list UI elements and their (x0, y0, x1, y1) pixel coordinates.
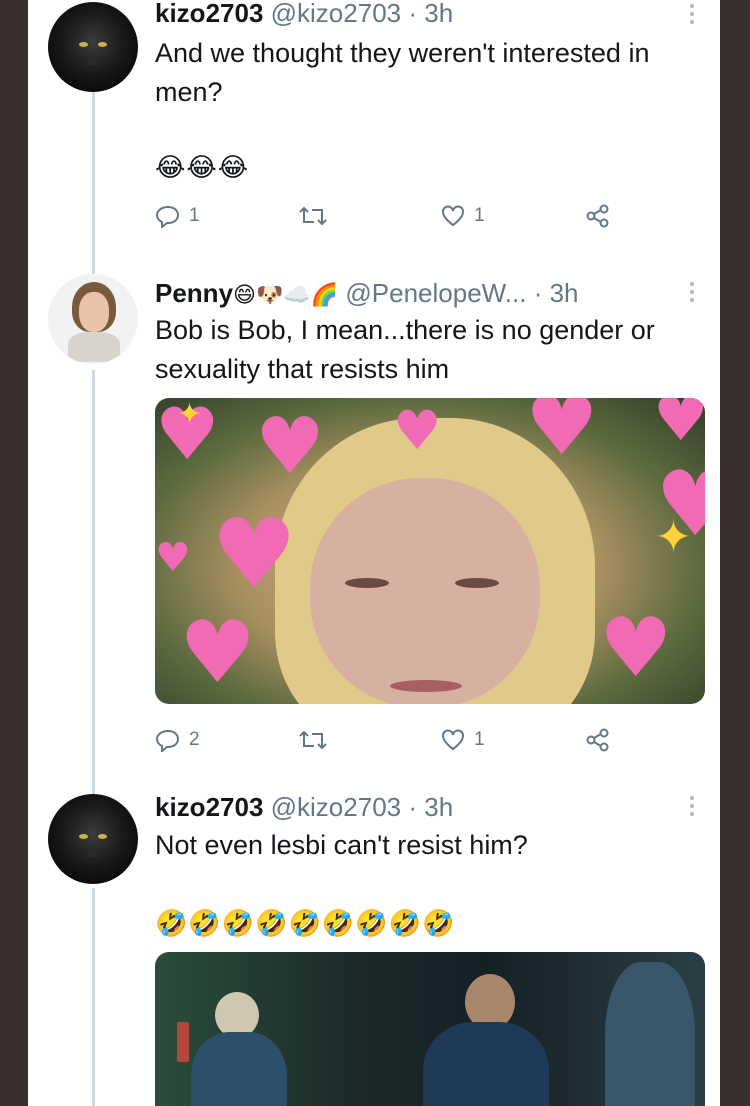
tweet-text: Bob is Bob, I mean...there is no gender … (155, 315, 655, 384)
tweet-actions: 1 1 (155, 204, 625, 234)
share-icon (586, 728, 609, 752)
user-handle[interactable]: @PenelopeW... (345, 278, 526, 308)
heart-sticker: ♥ (653, 398, 705, 455)
tweet-image[interactable] (155, 952, 705, 1106)
tweet[interactable]: Penny😄🐶☁️🌈 @PenelopeW... · 3h Bob is Bob… (28, 270, 720, 770)
tweet-header: kizo2703 @kizo2703 · 3h (155, 792, 453, 822)
timestamp[interactable]: · 3h (534, 278, 579, 308)
share-icon (586, 204, 609, 228)
like-button[interactable]: 1 (440, 728, 485, 752)
share-button[interactable] (585, 728, 611, 752)
device-frame-left (0, 0, 28, 1106)
avatar[interactable] (48, 794, 138, 884)
tweet-image[interactable]: ♥ ♥ ♥ ♥ ♥ ♥ ♥ ♥ ♥ ♥ ✦ ✦ (155, 398, 705, 704)
more-vertical-icon[interactable] (690, 796, 696, 820)
display-name[interactable]: kizo2703 (155, 0, 263, 28)
heart-sticker: ♥ (393, 399, 442, 462)
tweet-text: Not even lesbi can't resist him? (155, 830, 528, 860)
share-button[interactable] (585, 204, 611, 228)
tweet-header: kizo2703 @kizo2703 · 3h (155, 0, 453, 28)
reply-count: 2 (189, 729, 200, 750)
retweet-icon (299, 206, 327, 226)
tweet[interactable]: kizo2703 @kizo2703 · 3h Not even lesbi c… (28, 790, 720, 1106)
like-count: 1 (474, 729, 485, 750)
reply-icon (155, 205, 180, 228)
heart-icon (442, 729, 464, 751)
heart-icon (442, 205, 464, 227)
timeline: kizo2703 @kizo2703 · 3h And we thought t… (28, 0, 720, 1106)
device-frame-right (720, 0, 750, 1106)
retweet-button[interactable] (298, 204, 328, 228)
heart-sticker: ♥ (155, 535, 191, 581)
more-vertical-icon[interactable] (690, 282, 696, 306)
sparkle-sticker: ✦ (177, 398, 203, 432)
user-handle[interactable]: @kizo2703 (271, 792, 401, 822)
sparkle-sticker: ✦ (655, 512, 692, 563)
heart-sticker: ♥ (525, 398, 599, 474)
like-button[interactable]: 1 (440, 204, 485, 228)
heart-sticker: ♥ (179, 603, 257, 703)
timestamp[interactable]: · 3h (408, 0, 453, 28)
like-count: 1 (474, 205, 485, 226)
name-emoji: 😄🐶☁️🌈 (233, 282, 339, 307)
retweet-icon (299, 730, 327, 750)
tweet-emoji: 😂😂😂 (155, 152, 250, 182)
heart-sticker: ♥ (255, 402, 325, 492)
timestamp[interactable]: · 3h (408, 792, 453, 822)
tweet-emoji: 🤣🤣🤣🤣🤣🤣🤣🤣🤣 (155, 908, 456, 938)
user-handle[interactable]: @kizo2703 (271, 0, 401, 28)
tweet-header: Penny😄🐶☁️🌈 @PenelopeW... · 3h (155, 278, 579, 310)
retweet-button[interactable] (298, 728, 328, 752)
reply-button[interactable]: 2 (155, 728, 200, 752)
heart-sticker: ♥ (211, 498, 298, 610)
reply-icon (155, 729, 180, 752)
display-name[interactable]: Penny (155, 278, 233, 308)
tweet-actions: 2 1 (155, 728, 625, 758)
tweet[interactable]: kizo2703 @kizo2703 · 3h And we thought t… (28, 0, 720, 260)
reply-button[interactable]: 1 (155, 204, 200, 228)
more-vertical-icon[interactable] (690, 4, 696, 28)
tweet-text: And we thought they weren't interested i… (155, 38, 650, 107)
heart-sticker: ♥ (599, 601, 673, 696)
avatar[interactable] (48, 2, 138, 92)
avatar[interactable] (48, 274, 138, 364)
display-name[interactable]: kizo2703 (155, 792, 263, 822)
reply-count: 1 (189, 205, 200, 226)
